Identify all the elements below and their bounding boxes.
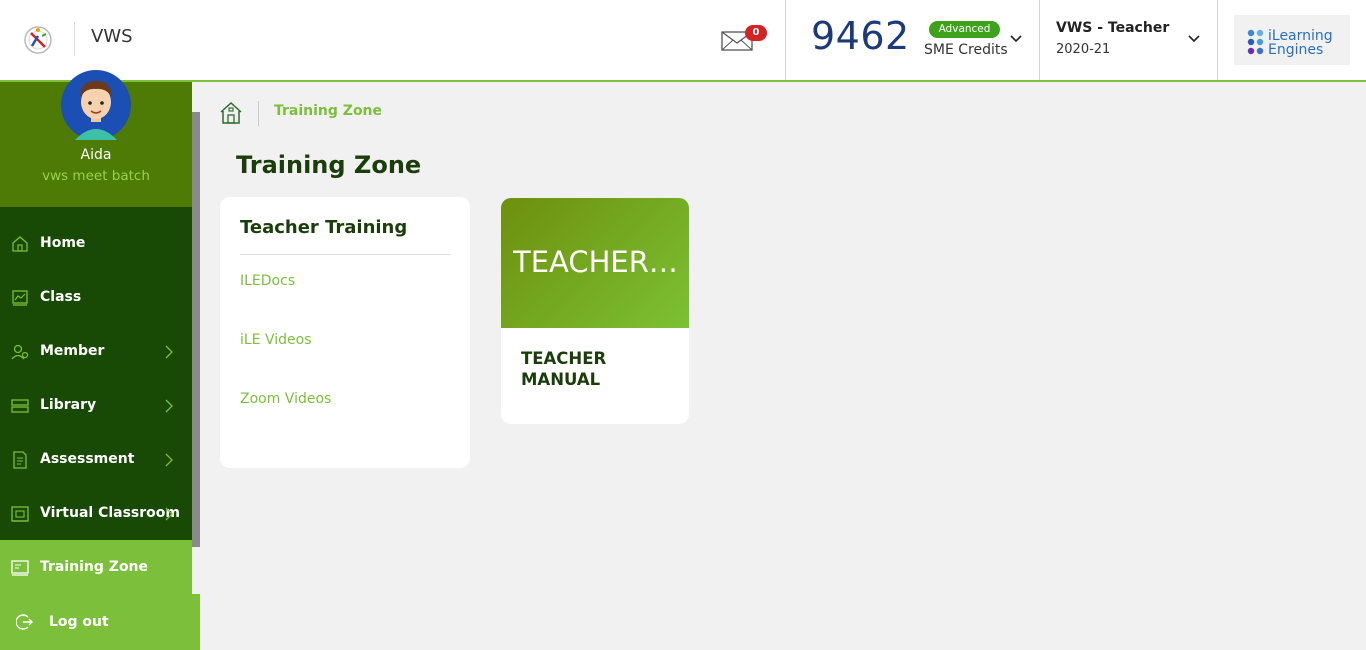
header-divider [1217,0,1218,80]
credits-chevron-down-icon[interactable] [1009,32,1023,46]
sidebar-item-label: Virtual Classroom [40,505,180,521]
ile-videos-link[interactable]: iLE Videos [240,332,312,348]
member-icon [11,344,29,360]
course-title: TEACHER MANUAL [521,349,607,389]
top-header: VWS 0 9462 Advanced SME Credits VWS - Te… [0,0,1366,82]
class-icon [12,290,28,306]
app-title: VWS [91,26,133,47]
breadcrumb-divider [258,101,259,126]
profile-name: Aida [80,147,112,163]
breadcrumb-home-icon[interactable] [219,101,243,125]
school-logo-icon[interactable] [22,24,54,56]
teacher-manual-card[interactable]: TEACHER MANUAL TEACHER MANUAL [501,198,689,424]
course-banner-text: TEACHER MANUAL [513,245,683,279]
logout-label: Log out [49,614,109,630]
chevron-right-icon [165,345,173,359]
zoom-videos-link[interactable]: Zoom Videos [240,391,331,407]
divider [240,254,451,255]
role-chevron-down-icon[interactable] [1187,32,1201,46]
sidebar-item-label: Home [40,235,86,251]
ilearning-engines-logo-icon [1247,29,1264,55]
page-title: Training Zone [236,151,422,179]
library-icon [11,399,29,413]
brand-line-2: Engines [1268,42,1324,58]
brand-line-1: iLearning [1268,28,1333,44]
credits-label: SME Credits [924,42,1008,58]
virtual-classroom-icon [11,506,29,522]
sidebar-item-class[interactable]: Class [0,270,192,324]
logo-divider [74,22,75,56]
avatar[interactable] [61,70,131,140]
training-zone-icon [11,560,29,576]
sidebar: Aida vws meet batch Home Class Member Li… [0,70,200,650]
sidebar-item-library[interactable]: Library [0,378,192,432]
logout-icon [16,614,33,630]
mail-count-badge: 0 [745,25,767,41]
academic-year: 2020-21 [1056,42,1111,57]
plan-badge: Advanced [929,21,1000,38]
sidebar-item-label: Member [40,343,105,359]
chevron-right-icon [165,399,173,413]
sidebar-item-member[interactable]: Member [0,324,192,378]
header-divider [785,0,786,80]
assessment-icon [13,451,27,469]
credits-value: 9462 [811,14,910,58]
sidebar-item-assessment[interactable]: Assessment [0,432,192,486]
sidebar-scrollbar[interactable] [192,112,200,547]
chevron-right-icon [165,453,173,467]
sidebar-item-label: Library [40,397,97,413]
brand-name: iLearning Engines [1268,29,1333,57]
sidebar-item-label: Training Zone [40,559,149,575]
logout-button[interactable]: Log out [0,594,200,650]
iledocs-link[interactable]: ILEDocs [240,273,295,289]
profile-batch: vws meet batch [42,168,150,184]
home-icon [12,236,28,252]
profile-panel: Aida vws meet batch [0,70,192,207]
breadcrumb-current: Training Zone [274,103,383,119]
sidebar-item-training-zone[interactable]: Training Zone [0,540,192,594]
chevron-right-icon [165,507,173,521]
role-title[interactable]: VWS - Teacher [1056,20,1169,36]
sidebar-item-label: Assessment [40,451,135,467]
course-banner: TEACHER MANUAL [501,198,689,328]
sidebar-item-label: Class [40,289,82,305]
teacher-training-title: Teacher Training [240,217,408,238]
sidebar-item-virtual-classroom[interactable]: Virtual Classroom [0,486,192,540]
header-divider [1039,0,1040,80]
sidebar-item-home[interactable]: Home [0,216,192,270]
teacher-training-card: Teacher Training ILEDocs iLE Videos Zoom… [220,197,470,468]
